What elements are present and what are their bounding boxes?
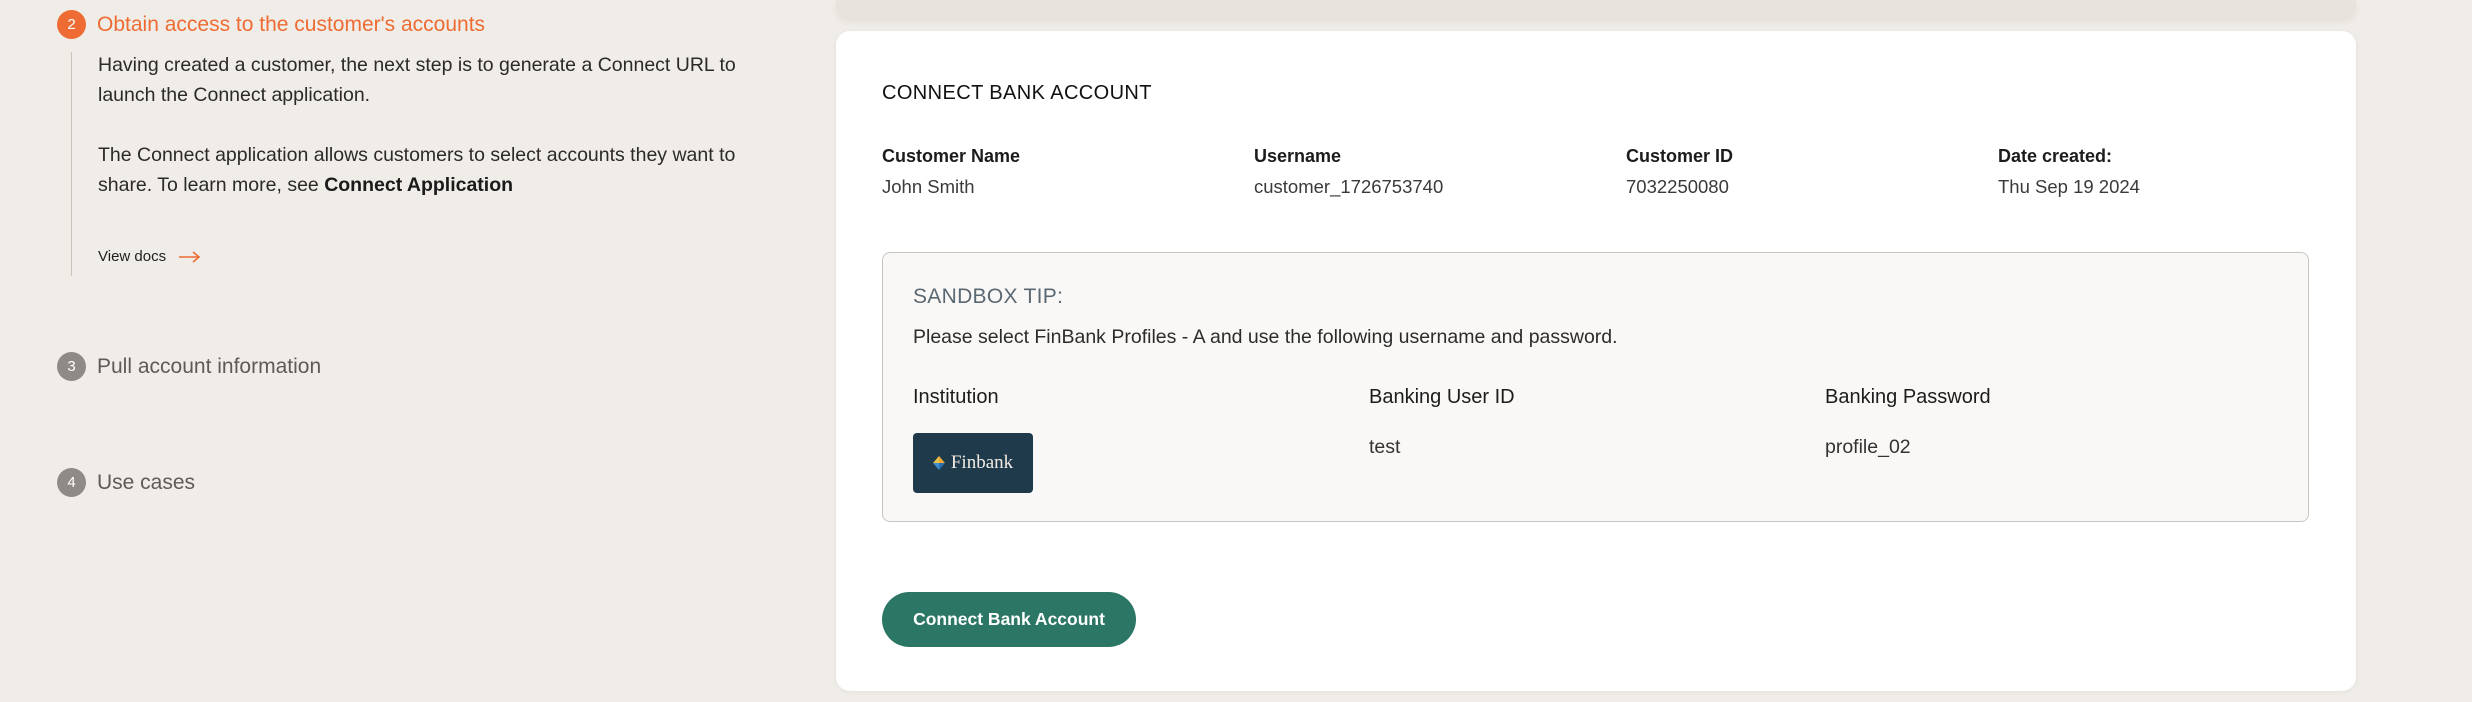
date-created-label: Date created: bbox=[1998, 146, 2113, 166]
customer-name-label: Customer Name bbox=[882, 146, 1021, 166]
step-3-number: 3 bbox=[57, 352, 86, 381]
connect-bank-account-button[interactable]: Connect Bank Account bbox=[882, 592, 1136, 647]
step-4-number: 4 bbox=[57, 468, 86, 497]
banking-user-id-value: test bbox=[1369, 436, 1401, 458]
steps-panel: 2 Obtain access to the customer's accoun… bbox=[0, 0, 800, 702]
date-created-value: Thu Sep 19 2024 bbox=[1998, 176, 2140, 197]
finbank-diamond-icon bbox=[932, 456, 945, 470]
arrow-right-icon bbox=[178, 250, 202, 264]
sandbox-tip-text: Please select FinBank Profiles - A and u… bbox=[913, 326, 1618, 348]
previous-card-edge bbox=[836, 0, 2356, 18]
step-2-paragraph-2: The Connect application allows customers… bbox=[98, 140, 778, 200]
customer-id-label: Customer ID bbox=[1626, 146, 1734, 166]
step-2-paragraph-1: Having created a customer, the next step… bbox=[98, 54, 736, 106]
step-2-connector-line bbox=[71, 52, 72, 276]
finbank-logo: Finbank bbox=[913, 433, 1033, 493]
step-2-title[interactable]: Obtain access to the customer's accounts bbox=[97, 10, 485, 39]
finbank-logo-text: Finbank bbox=[950, 452, 1014, 473]
view-docs-link[interactable]: View docs bbox=[98, 248, 202, 265]
customer-name-value: John Smith bbox=[882, 176, 975, 197]
institution-label: Institution bbox=[913, 386, 999, 408]
banking-password-label: Banking Password bbox=[1825, 386, 1991, 408]
step-4-title[interactable]: Use cases bbox=[97, 468, 195, 497]
banking-password-value: profile_02 bbox=[1825, 436, 1911, 458]
card-title: CONNECT BANK ACCOUNT bbox=[882, 82, 1152, 104]
username-label: Username bbox=[1254, 146, 1342, 166]
customer-id-value: 7032250080 bbox=[1626, 176, 1729, 197]
connect-application-link[interactable]: Connect Application bbox=[324, 174, 513, 196]
banking-user-id-label: Banking User ID bbox=[1369, 386, 1515, 408]
view-docs-label: View docs bbox=[98, 248, 167, 265]
step-2-number: 2 bbox=[57, 10, 86, 39]
step-3-title[interactable]: Pull account information bbox=[97, 352, 321, 381]
sandbox-tip-box: SANDBOX TIP: Please select FinBank Profi… bbox=[882, 252, 2309, 522]
step-2-body: Having created a customer, the next step… bbox=[98, 50, 778, 200]
username-value: customer_1726753740 bbox=[1254, 176, 1444, 197]
connect-bank-account-card: CONNECT BANK ACCOUNT Customer Name John … bbox=[836, 31, 2356, 691]
sandbox-tip-heading: SANDBOX TIP: bbox=[913, 285, 1064, 308]
